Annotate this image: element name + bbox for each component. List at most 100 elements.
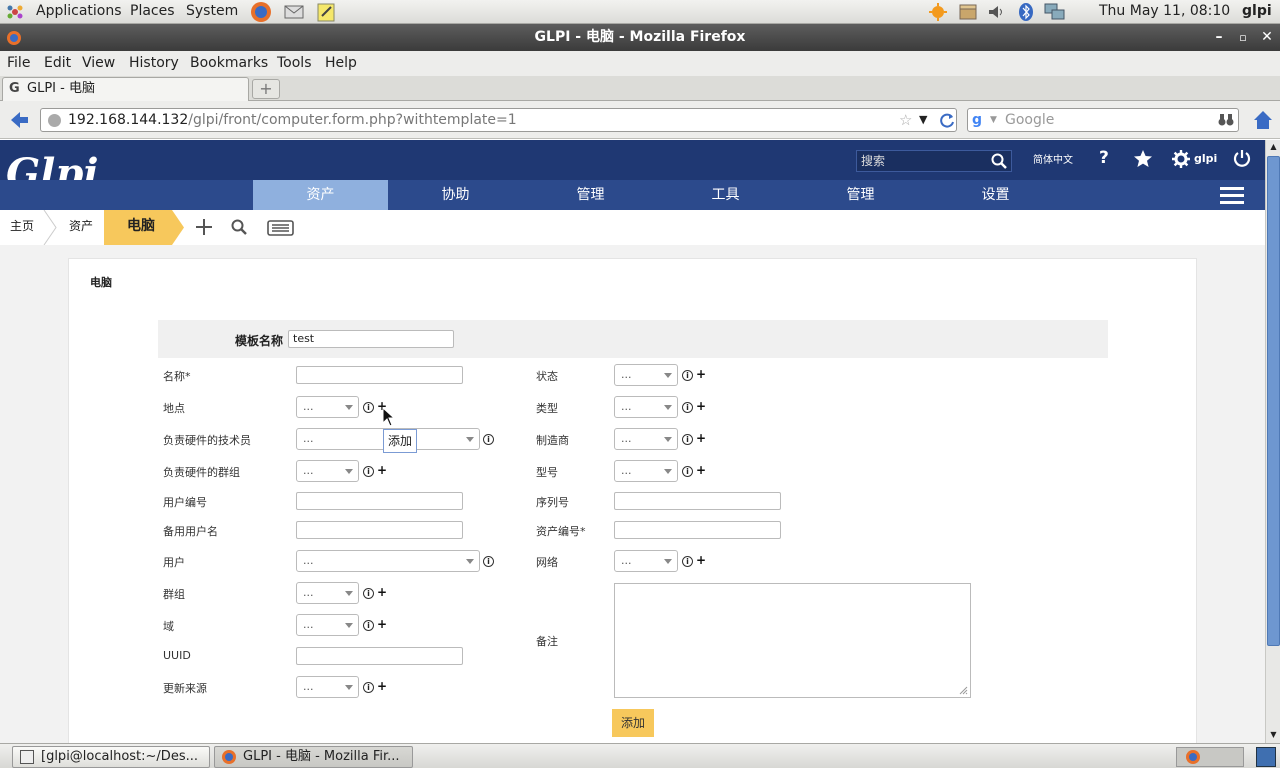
search-icon[interactable] [991, 153, 1007, 169]
breadcrumb-home[interactable]: 主页 [10, 210, 34, 245]
maximize-icon[interactable]: ▫ [1236, 24, 1250, 51]
add-plus-icon[interactable] [195, 218, 213, 236]
info-icon[interactable]: i [682, 402, 693, 413]
site-identity-icon[interactable] [48, 114, 61, 127]
list-view-icon[interactable] [267, 220, 294, 236]
menu-tools[interactable]: Tools [277, 55, 312, 71]
browser-search-box[interactable]: g ▼ Google [967, 108, 1239, 132]
logout-power-icon[interactable] [1233, 149, 1251, 167]
info-icon[interactable]: i [363, 588, 374, 599]
close-icon[interactable]: ✕ [1260, 24, 1274, 51]
scrollbar-thumb[interactable] [1267, 156, 1280, 646]
add-type-plus-icon[interactable]: + [696, 399, 706, 413]
engine-dropdown-icon[interactable]: ▼ [990, 109, 997, 131]
user-select[interactable]: ... [296, 550, 480, 572]
nav-management[interactable]: 管理 [523, 180, 658, 210]
info-icon[interactable]: i [682, 466, 693, 477]
menu-view[interactable]: View [82, 55, 115, 71]
update-notifier-icon[interactable] [928, 2, 948, 22]
nav-setup[interactable]: 设置 [928, 180, 1063, 210]
notes-launcher-icon[interactable] [315, 1, 337, 23]
global-search-input[interactable]: 搜索 [856, 150, 1012, 172]
tab-glpi[interactable]: G GLPI - 电脑 [2, 77, 249, 101]
back-arrow-icon[interactable] [9, 110, 29, 130]
info-icon[interactable]: i [363, 682, 374, 693]
binoculars-icon[interactable] [1218, 112, 1234, 128]
user-number-input[interactable] [296, 492, 463, 510]
uuid-input[interactable] [296, 647, 463, 665]
user-menu[interactable]: glpi [1242, 3, 1272, 19]
nav-assistance[interactable]: 协助 [388, 180, 523, 210]
location-select[interactable]: ... [296, 396, 359, 418]
template-name-input[interactable]: test [288, 330, 454, 348]
hamburger-menu-icon[interactable] [1220, 186, 1244, 206]
add-group-plus-icon[interactable]: + [377, 585, 387, 599]
bluetooth-icon[interactable] [1017, 2, 1035, 22]
mail-launcher-icon[interactable] [283, 2, 305, 22]
taskbar-terminal[interactable]: [glpi@localhost:~/Des... [12, 746, 210, 768]
inventory-input[interactable] [614, 521, 781, 539]
info-icon[interactable]: i [682, 556, 693, 567]
url-bar[interactable]: 192.168.144.132/glpi/front/computer.form… [40, 108, 957, 132]
breadcrumb-assets[interactable]: 资产 [69, 210, 93, 245]
status-select[interactable]: ... [614, 364, 678, 386]
add-domain-plus-icon[interactable]: + [377, 617, 387, 631]
domain-select[interactable]: ... [296, 614, 359, 636]
new-tab-button[interactable]: + [252, 79, 280, 99]
breadcrumb-computers[interactable]: 电脑 [127, 210, 155, 245]
add-model-plus-icon[interactable]: + [696, 463, 706, 477]
name-input[interactable] [296, 366, 463, 384]
alt-user-input[interactable] [296, 521, 463, 539]
menu-bookmarks[interactable]: Bookmarks [190, 55, 268, 71]
home-icon[interactable] [1252, 109, 1274, 131]
info-icon[interactable]: i [483, 434, 494, 445]
add-status-plus-icon[interactable]: + [696, 367, 706, 381]
bookmark-star-icon[interactable]: ☆ [899, 109, 912, 131]
url-dropdown-icon[interactable]: ▼ [919, 109, 927, 131]
menu-applications[interactable]: Applications [36, 3, 122, 19]
add-network-plus-icon[interactable]: + [696, 553, 706, 567]
scroll-up-icon[interactable]: ▲ [1268, 140, 1279, 154]
info-icon[interactable]: i [363, 466, 374, 477]
google-engine-icon[interactable]: g [972, 112, 988, 128]
info-icon[interactable]: i [363, 402, 374, 413]
serial-input[interactable] [614, 492, 781, 510]
reload-icon[interactable] [938, 111, 956, 129]
add-manufacturer-plus-icon[interactable]: + [696, 431, 706, 445]
nav-tools[interactable]: 工具 [658, 180, 793, 210]
nav-administration[interactable]: 管理 [793, 180, 928, 210]
taskbar-firefox[interactable]: GLPI - 电脑 - Mozilla Fir... [214, 746, 413, 768]
vertical-scrollbar[interactable]: ▲ ▼ [1265, 140, 1280, 743]
package-icon[interactable] [957, 2, 979, 22]
menu-edit[interactable]: Edit [44, 55, 71, 71]
search-list-icon[interactable] [231, 219, 248, 236]
favorites-star-icon[interactable] [1133, 149, 1153, 169]
minimize-icon[interactable]: – [1212, 24, 1226, 51]
help-icon[interactable]: ? [1099, 148, 1109, 168]
add-submit-button[interactable]: 添加 [612, 709, 654, 737]
info-icon[interactable]: i [363, 620, 374, 631]
info-icon[interactable]: i [483, 556, 494, 567]
menu-places[interactable]: Places [130, 3, 175, 19]
preferences-gear-icon[interactable] [1172, 150, 1190, 168]
menu-system[interactable]: System [186, 3, 238, 19]
firefox-launcher-icon[interactable] [250, 1, 272, 23]
scroll-down-icon[interactable]: ▼ [1268, 728, 1279, 742]
network-select[interactable]: ... [614, 550, 678, 572]
manufacturer-select[interactable]: ... [614, 428, 678, 450]
comment-textarea[interactable] [614, 583, 971, 698]
menu-history[interactable]: History [129, 55, 179, 71]
window-titlebar[interactable]: GLPI - 电脑 - Mozilla Firefox – ▫ ✕ [0, 24, 1280, 51]
clock[interactable]: Thu May 11, 08:10 [1099, 3, 1230, 19]
info-icon[interactable]: i [682, 370, 693, 381]
tech-group-select[interactable]: ... [296, 460, 359, 482]
nav-assets[interactable]: 资产 [253, 180, 388, 210]
user-name[interactable]: glpi [1194, 152, 1217, 165]
workspace-switcher[interactable] [1176, 747, 1244, 767]
menu-help[interactable]: Help [325, 55, 357, 71]
type-select[interactable]: ... [614, 396, 678, 418]
volume-icon[interactable] [987, 3, 1005, 21]
network-icon[interactable] [1044, 2, 1066, 22]
show-desktop-icon[interactable] [1256, 747, 1276, 767]
menu-file[interactable]: File [7, 55, 30, 71]
